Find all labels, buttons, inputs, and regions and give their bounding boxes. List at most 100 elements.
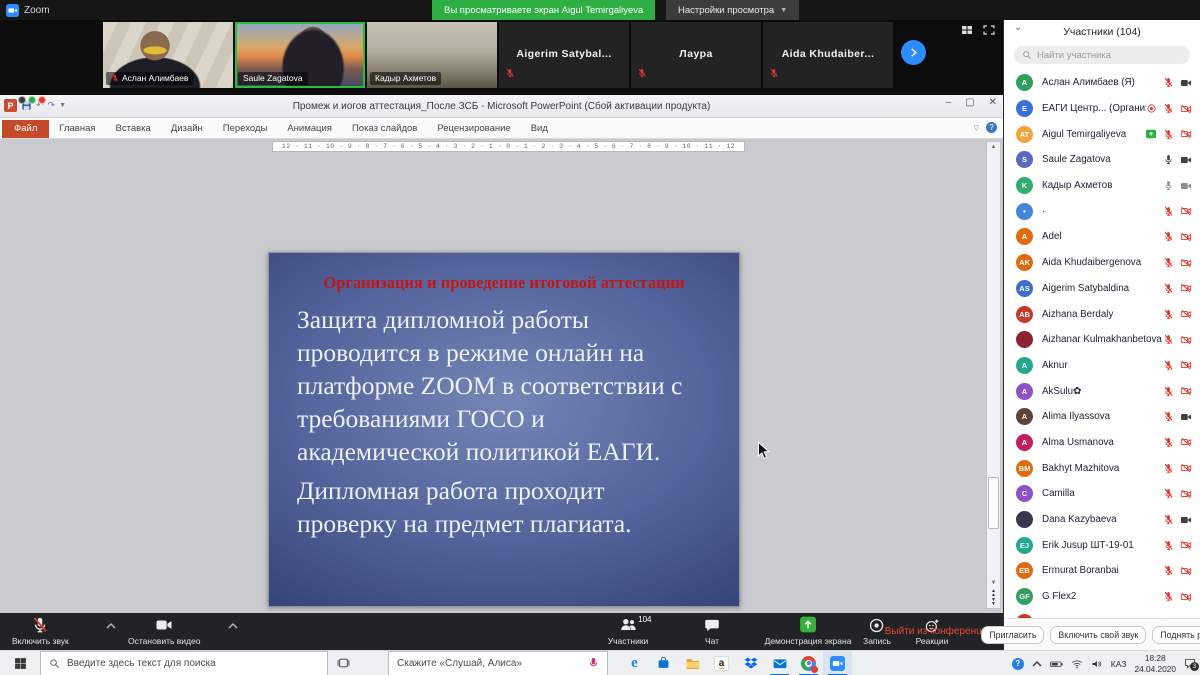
scroll-up-arrow-icon[interactable]: ▲ [991,142,997,152]
camera-off-icon [1180,539,1192,551]
view-settings-button[interactable]: Настройки просмотра ▼ [666,0,799,20]
slide-title: Организация и проведение итоговой аттест… [269,273,739,293]
camera-off-icon [1180,205,1192,217]
toolbar-share-button[interactable]: Демонстрация экрана [765,616,852,646]
taskbar-app-mail[interactable] [765,651,794,675]
recording-icon [1146,103,1157,114]
taskbar-app-store[interactable] [649,651,678,675]
participant-row[interactable]: Aizhanar Kulmakhanbetova [1004,327,1200,353]
participant-name: Aknur [1042,360,1163,371]
ribbon-tab-7[interactable]: Рецензирование [427,120,520,138]
scrollbar-thumb[interactable] [988,477,999,529]
participant-row[interactable]: GFG Flex2 [1004,584,1200,610]
start-button[interactable] [0,651,40,675]
video-tile-name: Aigerim Satybal... [499,48,629,60]
video-tile[interactable]: Aigerim Satybal... [499,22,629,88]
ribbon-tab-8[interactable]: Вид [521,120,558,138]
avatar: • [1016,203,1033,220]
toolbar-chat-button[interactable]: Чат [704,616,721,646]
gallery-view-icon[interactable] [961,25,973,35]
video-tile[interactable]: Кадыр Ахметов [367,22,497,88]
participant-row[interactable]: AАслан Алимбаев (Я) [1004,70,1200,96]
task-view-button[interactable] [328,657,358,669]
collapse-panel-chevron-icon[interactable]: ⌄ [1014,22,1022,33]
participant-row[interactable]: ATAigul Temirgaliyeva [1004,121,1200,147]
windows-search-input[interactable]: Введите здесь текст для поиска [40,651,328,675]
participant-row[interactable]: ЕЕАГИ Центр... (Организатор) [1004,96,1200,122]
taskbar-app-explorer[interactable] [678,651,707,675]
participant-row[interactable]: AAlima Ilyassova [1004,404,1200,430]
next-slide-button[interactable]: ▼▼ [991,598,996,606]
qat-dropdown-icon[interactable]: ▼ [59,102,66,109]
battery-icon[interactable] [1050,659,1063,669]
action-center-button[interactable]: 3 [1184,658,1196,669]
tray-expand-chevron-icon[interactable] [1032,661,1042,667]
unmute-button[interactable]: Включить звук [12,616,69,646]
taskbar-app-zoom[interactable] [823,651,852,675]
leave-meeting-button[interactable]: Выйти из конференции [885,626,993,637]
language-indicator[interactable]: КАЗ [1111,659,1127,669]
redo-icon[interactable]: ↷ [48,100,56,111]
invite-button[interactable]: Пригласить [981,626,1044,644]
close-button[interactable]: ✕ [989,97,997,108]
participant-row[interactable]: •· [1004,198,1200,224]
stop-video-button[interactable]: Остановить видео [128,616,200,646]
video-tile[interactable]: Aida Khudaiber... [763,22,893,88]
taskbar-app-dropbox[interactable] [736,651,765,675]
amazon-icon: a [714,656,729,671]
mail-icon [773,658,787,669]
ribbon-tab-1[interactable]: Главная [49,120,105,138]
wifi-icon[interactable] [1071,659,1083,669]
toolbar-participants-button[interactable]: 104Участники [608,616,649,646]
avatar: AT [1016,126,1033,143]
ribbon-tab-0[interactable]: Файл [2,120,49,138]
ppt-vertical-scrollbar[interactable]: ▲ ▼ ▲▲ ▼▼ [986,141,1001,609]
previous-slide-button[interactable]: ▲▲ [991,589,996,597]
participant-row[interactable] [1004,609,1200,618]
ribbon-tab-6[interactable]: Показ слайдов [342,120,427,138]
alice-mic-icon[interactable] [588,657,599,670]
ribbon-tab-3[interactable]: Дизайн [161,120,213,138]
participant-row[interactable]: CCamilla [1004,481,1200,507]
ribbon-tab-4[interactable]: Переходы [213,120,278,138]
participant-row[interactable]: AAdel [1004,224,1200,250]
participant-name: Alma Usmanova [1042,437,1163,448]
unmute-self-button[interactable]: Включить свой звук [1050,626,1146,644]
participant-row[interactable]: ABAizhana Berdaly [1004,301,1200,327]
fullscreen-icon[interactable] [983,25,995,35]
taskbar-app-amazon[interactable]: a [707,651,736,675]
participant-row[interactable]: AKAida Khudaibergenova [1004,250,1200,276]
participant-row[interactable]: EJErik Jusup ШТ-19-01 [1004,532,1200,558]
participant-row[interactable]: KКадыр Ахметов [1004,173,1200,199]
video-options-chevron-icon[interactable] [228,623,238,629]
scroll-down-arrow-icon[interactable]: ▼ [991,578,997,588]
participant-row[interactable]: AAkSulu✿ [1004,378,1200,404]
participant-row[interactable]: EBErmurat Boranbai [1004,558,1200,584]
help-tray-button[interactable]: ? [1012,658,1024,670]
participant-row[interactable]: ASAigerim Satybaldina [1004,276,1200,302]
alice-search-input[interactable]: Скажите «Слушай, Алиса» [388,651,608,675]
minimize-button[interactable]: – [946,97,952,108]
participant-row[interactable]: AAlma Usmanova [1004,430,1200,456]
mic-options-chevron-icon[interactable] [106,623,116,629]
taskbar-app-chrome[interactable] [794,651,823,675]
participant-row[interactable]: SSaule Zagatova [1004,147,1200,173]
help-icon[interactable]: ? [986,122,997,133]
restore-button[interactable]: ▢ [965,97,974,108]
volume-icon[interactable] [1091,659,1103,669]
participant-row[interactable]: AAknur [1004,353,1200,379]
participant-row[interactable]: Dana Kazybaeva [1004,507,1200,533]
ppt-ribbon-tabs: ФайлГлавнаяВставкаДизайнПереходыАнимация… [0,118,1003,139]
clock[interactable]: 18:28 24.04.2020 [1134,653,1176,674]
search-participant-input[interactable]: Найти участника [1014,46,1190,64]
raise-hand-button[interactable]: Поднять руку [1152,626,1200,644]
video-tile[interactable]: Saule Zagatova [235,22,365,88]
video-tile[interactable]: Аслан Алимбаев [103,22,233,88]
participant-row[interactable]: BMBakhyt Mazhitova [1004,455,1200,481]
video-tile[interactable]: Лаура [631,22,761,88]
next-page-arrow-button[interactable] [901,40,926,65]
collapse-ribbon-icon[interactable]: ▽ [974,124,979,132]
ribbon-tab-5[interactable]: Анимация [277,120,342,138]
taskbar-app-edge[interactable]: e [620,651,649,675]
ribbon-tab-2[interactable]: Вставка [106,120,161,138]
